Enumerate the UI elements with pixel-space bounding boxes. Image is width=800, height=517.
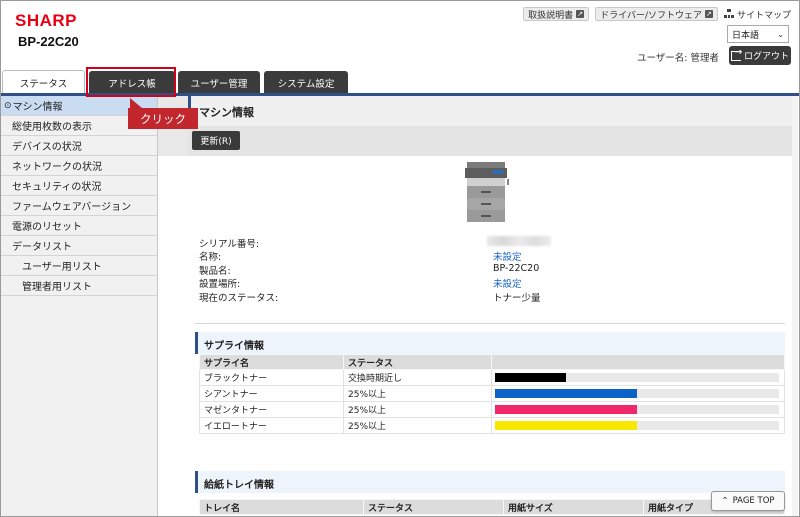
language-select[interactable]: 日本語 ⌄ bbox=[727, 25, 789, 43]
tray-table: トレイ名 ステータス 用紙サイズ 用紙タイプ bbox=[199, 499, 785, 515]
column-header: ステータス bbox=[343, 354, 492, 370]
table-header: サプライ名 ステータス bbox=[199, 354, 785, 370]
logout-button[interactable]: ログアウト bbox=[729, 46, 791, 65]
sidebar-item-label: マシン情報 bbox=[12, 102, 63, 113]
toolbar: 更新(R) bbox=[188, 126, 793, 156]
tab-user-management[interactable]: ユーザー管理 bbox=[178, 71, 260, 94]
table-row: イエロートナー 25%以上 bbox=[199, 417, 785, 434]
black-toner-bar bbox=[495, 373, 566, 382]
info-value-location[interactable]: 未設定 bbox=[493, 276, 522, 290]
printer-image bbox=[465, 162, 509, 222]
driver-link-label: ドライバー/ソフトウェア bbox=[600, 10, 702, 21]
supply-name: マゼンタトナー bbox=[199, 401, 344, 418]
sidebar: ⊙ マシン情報 総使用枚数の表示 デバイスの状況 ネットワークの状況 セキュリテ… bbox=[1, 96, 158, 516]
driver-link[interactable]: ドライバー/ソフトウェア ↗ bbox=[595, 7, 718, 21]
manual-link-label: 取扱説明書 bbox=[528, 10, 574, 21]
yellow-toner-bar bbox=[495, 421, 637, 430]
external-link-icon: ↗ bbox=[576, 10, 585, 18]
sidebar-item-network-status[interactable]: ネットワークの状況 bbox=[1, 156, 157, 176]
chevron-down-icon: ⌄ bbox=[777, 29, 784, 39]
supply-level bbox=[491, 417, 785, 434]
sidebar-item-data-list[interactable]: データリスト bbox=[1, 236, 157, 256]
supply-section: サプライ情報 サプライ名 ステータス ブラックトナー 交換時期近し シアントナー… bbox=[195, 332, 785, 434]
info-value-product: BP-22C20 bbox=[493, 263, 540, 274]
click-highlight-box bbox=[86, 67, 176, 97]
logout-icon bbox=[730, 47, 742, 61]
user-name: ユーザー名: 管理者 bbox=[636, 53, 719, 64]
page-top-label: PAGE TOP bbox=[732, 496, 775, 506]
language-value: 日本語 bbox=[732, 30, 760, 41]
browser-frame: SHARP BP-22C20 取扱説明書 ↗ ドライバー/ソフトウェア ↗ サイ… bbox=[0, 0, 800, 517]
supply-table: サプライ名 ステータス ブラックトナー 交換時期近し シアントナー 25%以上 … bbox=[199, 354, 785, 434]
column-header: サプライ名 bbox=[199, 354, 344, 370]
info-label-serial: シリアル番号: bbox=[199, 239, 260, 250]
info-label-status: 現在のステータス: bbox=[199, 293, 279, 304]
sidebar-item-power-reset[interactable]: 電源のリセット bbox=[1, 216, 157, 236]
scrollbar[interactable] bbox=[792, 96, 798, 516]
info-label-location: 設置場所: bbox=[199, 279, 241, 290]
info-label-name: 名称: bbox=[199, 252, 222, 263]
column-header: 用紙サイズ bbox=[503, 499, 644, 515]
top-links: 取扱説明書 ↗ ドライバー/ソフトウェア ↗ サイトマップ bbox=[523, 7, 791, 21]
supply-level bbox=[491, 385, 785, 402]
sitemap-icon bbox=[723, 9, 734, 19]
table-row: ブラックトナー 交換時期近し bbox=[199, 369, 785, 386]
sidebar-item-user-list[interactable]: ユーザー用リスト bbox=[1, 256, 157, 276]
tab-system-settings[interactable]: システム設定 bbox=[264, 71, 348, 94]
info-value-status: トナー少量 bbox=[493, 293, 541, 304]
sidebar-item-firmware[interactable]: ファームウェアバージョン bbox=[1, 196, 157, 216]
sharp-logo: SHARP bbox=[15, 11, 78, 30]
info-value-name[interactable]: 未設定 bbox=[493, 249, 522, 263]
supply-status: 25%以上 bbox=[343, 401, 492, 418]
chevron-up-icon: ⌃ bbox=[721, 496, 729, 506]
supply-name: ブラックトナー bbox=[199, 369, 344, 386]
supply-status: 25%以上 bbox=[343, 417, 492, 434]
supply-status: 25%以上 bbox=[343, 385, 492, 402]
logout-label: ログアウト bbox=[743, 52, 789, 62]
column-header: ステータス bbox=[363, 499, 504, 515]
supply-status: 交換時期近し bbox=[343, 369, 492, 386]
supply-title: サプライ情報 bbox=[195, 332, 785, 354]
column-header bbox=[491, 354, 785, 370]
serial-number-redacted bbox=[487, 236, 551, 246]
magenta-toner-bar bbox=[495, 405, 637, 414]
chevron-right-icon: ⊙ bbox=[4, 100, 12, 111]
supply-level bbox=[491, 401, 785, 418]
sidebar-item-device-status[interactable]: デバイスの状況 bbox=[1, 136, 157, 156]
model-name: BP-22C20 bbox=[18, 34, 79, 49]
sitemap-link[interactable]: サイトマップ bbox=[723, 8, 791, 21]
page-title: マシン情報 bbox=[188, 96, 793, 126]
table-row: マゼンタトナー 25%以上 bbox=[199, 401, 785, 418]
cyan-toner-bar bbox=[495, 389, 637, 398]
supply-level bbox=[491, 369, 785, 386]
table-header: トレイ名 ステータス 用紙サイズ 用紙タイプ bbox=[199, 499, 785, 515]
tray-title: 給紙トレイ情報 bbox=[195, 471, 785, 493]
sitemap-label: サイトマップ bbox=[736, 10, 791, 21]
table-row: シアントナー 25%以上 bbox=[199, 385, 785, 402]
tab-status[interactable]: ステータス bbox=[2, 70, 85, 94]
sidebar-item-admin-list[interactable]: 管理者用リスト bbox=[1, 276, 157, 296]
external-link-icon: ↗ bbox=[704, 10, 713, 18]
column-header: トレイ名 bbox=[199, 499, 364, 515]
page-top-button[interactable]: ⌃ PAGE TOP bbox=[711, 491, 785, 511]
supply-name: シアントナー bbox=[199, 385, 344, 402]
manual-link[interactable]: 取扱説明書 ↗ bbox=[523, 7, 590, 21]
refresh-button[interactable]: 更新(R) bbox=[192, 131, 240, 150]
info-label-product: 製品名: bbox=[199, 266, 231, 277]
supply-name: イエロートナー bbox=[199, 417, 344, 434]
tray-section: 給紙トレイ情報 トレイ名 ステータス 用紙サイズ 用紙タイプ bbox=[195, 471, 785, 515]
click-annotation: クリック bbox=[128, 98, 198, 129]
divider bbox=[195, 323, 785, 324]
sidebar-item-security-status[interactable]: セキュリティの状況 bbox=[1, 176, 157, 196]
